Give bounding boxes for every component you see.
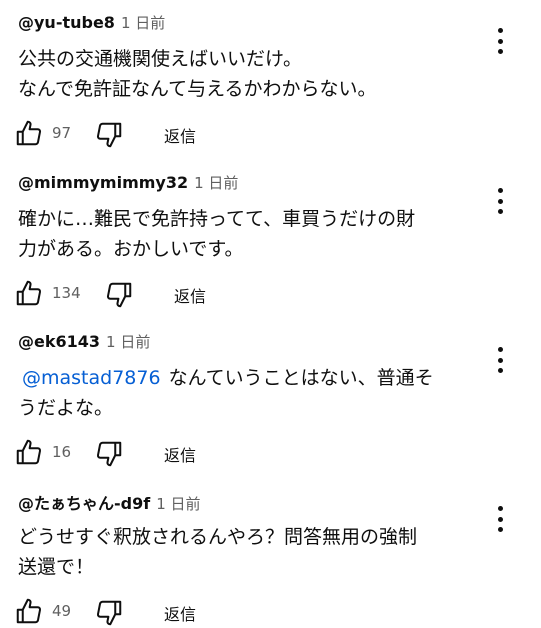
- dislike-button[interactable]: [104, 280, 134, 310]
- thumbs-down-icon: [96, 441, 122, 467]
- dislike-button[interactable]: [94, 598, 124, 628]
- comment-menu-button[interactable]: [488, 345, 512, 375]
- comment-body: 公共の交通機関使えばいいだけ。 なんで免許証なんて与えるかわからない。: [18, 48, 377, 100]
- comment-text: 確かに…難民で免許持ってて、車買うだけの財 力がある。おかしいです。: [18, 204, 478, 264]
- like-button[interactable]: [14, 118, 44, 148]
- like-count: 16: [52, 443, 72, 461]
- thumbs-up-icon: [16, 280, 42, 306]
- like-button[interactable]: [14, 278, 44, 308]
- comment-menu-button[interactable]: [488, 504, 512, 534]
- comment-text-line: 公共の交通機関使えばいいだけ。 なんで免許証なんて与えるかわからない。: [18, 48, 377, 100]
- comment-author[interactable]: @mimmymimmy32: [18, 173, 188, 192]
- reply-button[interactable]: 返信: [164, 123, 196, 147]
- comment-body: どうせすぐ釈放されるんやろ？問答無用の強制 送還で！: [18, 526, 418, 578]
- thumbs-down-icon: [96, 122, 122, 148]
- comment-text: @mastad7876 なんていうことはない、普通そ うだよな。: [18, 363, 478, 423]
- comment-header: @ek6143 1 日前: [18, 331, 150, 352]
- reply-button[interactable]: 返信: [164, 442, 196, 466]
- comment-body: 確かに…難民で免許持ってて、車買うだけの財 力がある。おかしいです。: [18, 208, 416, 260]
- like-count: 97: [52, 124, 72, 142]
- comment-actions: 49 返信: [14, 596, 314, 628]
- like-count: 49: [52, 602, 72, 620]
- thumbs-up-icon: [16, 120, 42, 146]
- thumbs-up-icon: [16, 439, 42, 465]
- comment-menu-button[interactable]: [488, 26, 512, 56]
- comment-timestamp[interactable]: 1 日前: [106, 333, 150, 351]
- dislike-button[interactable]: [94, 120, 124, 150]
- comment-actions: 16 返信: [14, 437, 314, 469]
- comment-actions: 134 返信: [14, 278, 314, 310]
- comment-author[interactable]: @yu-tube8: [18, 13, 115, 32]
- comment-header: @たぁちゃん-d9f 1 日前: [18, 490, 201, 514]
- thumbs-down-icon: [96, 600, 122, 626]
- reply-button[interactable]: 返信: [174, 283, 206, 307]
- thumbs-up-icon: [16, 598, 42, 624]
- like-button[interactable]: [14, 596, 44, 626]
- comment-text: 公共の交通機関使えばいいだけ。 なんで免許証なんて与えるかわからない。: [18, 44, 478, 104]
- comment-header: @yu-tube8 1 日前: [18, 12, 165, 33]
- comment-timestamp[interactable]: 1 日前: [194, 174, 238, 192]
- comment-timestamp[interactable]: 1 日前: [156, 495, 200, 513]
- dislike-button[interactable]: [94, 439, 124, 469]
- comment-header: @mimmymimmy32 1 日前: [18, 172, 238, 193]
- like-count: 134: [52, 284, 81, 302]
- mention-link[interactable]: @mastad7876: [22, 367, 161, 389]
- comment-actions: 97 返信: [14, 118, 314, 150]
- comment-author[interactable]: @たぁちゃん-d9f: [18, 494, 150, 513]
- comment-menu-button[interactable]: [488, 186, 512, 216]
- like-button[interactable]: [14, 437, 44, 467]
- comment-timestamp[interactable]: 1 日前: [121, 14, 165, 32]
- thumbs-down-icon: [106, 282, 132, 308]
- comment-author[interactable]: @ek6143: [18, 332, 100, 351]
- reply-button[interactable]: 返信: [164, 601, 196, 625]
- comment-text: どうせすぐ釈放されるんやろ？問答無用の強制 送還で！: [18, 522, 478, 582]
